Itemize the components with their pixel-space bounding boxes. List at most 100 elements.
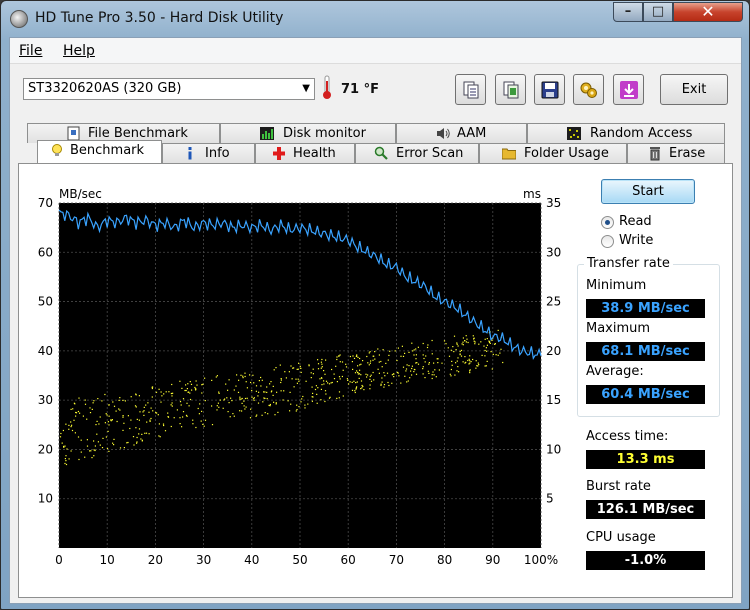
app-window: HD Tune Pro 3.50 - Hard Disk Utility – □…: [0, 0, 750, 610]
access-time-point: [357, 373, 359, 375]
access-time-point: [158, 388, 160, 390]
title-bar[interactable]: HD Tune Pro 3.50 - Hard Disk Utility – □…: [1, 1, 749, 37]
access-time-point: [195, 426, 197, 429]
access-time-point: [133, 444, 135, 446]
access-time-point: [353, 380, 355, 382]
access-time-point: [94, 445, 96, 447]
access-time-point: [194, 388, 197, 390]
tab-disk-monitor[interactable]: Disk monitor: [220, 123, 396, 143]
options-button[interactable]: [573, 74, 604, 105]
access-time-point: [261, 379, 263, 381]
minimize-button[interactable]: –: [613, 2, 643, 22]
tab-info[interactable]: Info: [162, 143, 255, 163]
access-time-point: [488, 340, 490, 342]
tab-aam[interactable]: AAM: [396, 123, 527, 143]
access-time-point: [369, 362, 371, 364]
x-tick-label: 0: [55, 553, 63, 567]
trash-icon: [650, 147, 660, 161]
access-time-point: [130, 419, 132, 421]
maximize-button[interactable]: □: [643, 2, 673, 22]
access-time-point: [241, 410, 243, 412]
access-time-point: [300, 371, 302, 373]
access-time-point: [415, 373, 418, 375]
access-time-point: [279, 364, 281, 366]
access-time-point: [239, 396, 241, 398]
access-time-point: [252, 398, 255, 400]
access-time-point: [480, 341, 482, 343]
drive-select[interactable]: ST3320620AS (320 GB) ▼: [23, 78, 315, 100]
start-button[interactable]: Start: [601, 179, 695, 204]
access-time-point: [277, 411, 279, 413]
access-time-point: [201, 392, 203, 394]
access-time-point: [304, 404, 306, 406]
access-time-point: [123, 447, 125, 449]
access-time-point: [142, 411, 144, 413]
access-time-point: [99, 444, 101, 446]
access-time-point: [486, 350, 488, 352]
access-time-point: [122, 415, 124, 417]
access-time-point: [456, 370, 458, 372]
access-time-point: [486, 338, 488, 340]
access-time-point: [431, 339, 433, 342]
access-time-point: [257, 395, 259, 397]
exit-button[interactable]: Exit: [660, 74, 728, 105]
access-time-point: [412, 350, 414, 352]
tab-error-scan[interactable]: Error Scan: [355, 143, 479, 163]
access-time-point: [339, 354, 341, 356]
access-time-point: [383, 384, 386, 386]
access-time-point: [113, 405, 116, 407]
access-time-point: [450, 349, 452, 351]
copy-screenshot-button[interactable]: [495, 74, 526, 105]
access-time-point: [211, 379, 213, 381]
access-time-point: [431, 377, 433, 380]
access-time-point: [203, 425, 205, 427]
access-time-point: [60, 432, 62, 435]
tab-folder-usage[interactable]: Folder Usage: [479, 143, 627, 163]
access-time-point: [357, 356, 359, 358]
access-time-point: [382, 349, 384, 351]
access-time-point: [106, 447, 109, 450]
x-tick-label: 70: [389, 553, 404, 567]
access-time-point: [290, 365, 292, 367]
access-time-point: [323, 370, 325, 372]
access-time-point: [216, 409, 218, 411]
access-time-point: [280, 378, 282, 380]
access-time-point: [272, 385, 274, 387]
access-time-point: [113, 438, 115, 440]
access-time-point: [216, 405, 218, 407]
access-time-point: [155, 412, 157, 414]
access-time-point: [150, 417, 152, 420]
copy-info-button[interactable]: [455, 74, 486, 105]
access-time-point: [462, 344, 464, 346]
access-time-point: [94, 449, 96, 452]
access-time-point: [369, 378, 371, 380]
access-time-point: [483, 345, 485, 347]
access-time-point: [406, 381, 408, 383]
access-time-point: [477, 365, 479, 367]
access-time-point: [456, 343, 458, 345]
access-time-point: [311, 386, 313, 388]
menu-help[interactable]: Help: [63, 43, 95, 59]
tab-random-access[interactable]: Random Access: [527, 123, 725, 143]
access-time-point: [368, 364, 370, 366]
access-time-point: [182, 411, 185, 413]
access-time-point: [135, 406, 137, 408]
download-button[interactable]: [613, 74, 644, 105]
access-time-point: [452, 346, 454, 348]
menu-file[interactable]: File: [19, 43, 42, 59]
access-time-point: [416, 362, 418, 364]
access-time-point: [179, 417, 181, 419]
tab-benchmark[interactable]: Benchmark: [37, 140, 162, 163]
access-time-point: [218, 392, 220, 394]
tab-health[interactable]: Health: [255, 143, 355, 163]
access-time-point: [98, 423, 100, 425]
access-time-point: [373, 355, 375, 357]
access-time-point: [62, 429, 64, 432]
access-time-point: [351, 361, 353, 363]
tab-erase[interactable]: Erase: [627, 143, 725, 163]
close-button[interactable]: ✕: [673, 2, 743, 22]
save-button[interactable]: [534, 74, 565, 105]
access-time-point: [78, 397, 80, 399]
access-time-point: [470, 361, 472, 363]
access-time-point: [456, 360, 458, 362]
